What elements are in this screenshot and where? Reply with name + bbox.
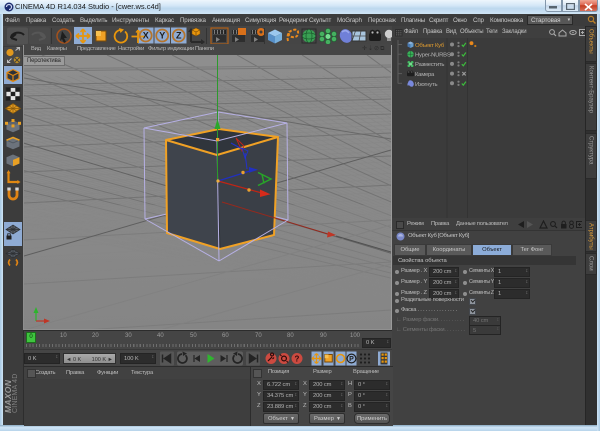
- svg-text:X: X: [143, 31, 149, 41]
- svg-text:?: ?: [295, 355, 300, 364]
- svg-text:Объект Куб: Объект Куб: [415, 43, 445, 49]
- svg-text:Hyper-NURBS: Hyper-NURBS: [415, 53, 451, 59]
- svg-text:P: P: [349, 356, 354, 363]
- svg-text:Y: Y: [159, 31, 165, 41]
- svg-text:Разместить: Разместить: [415, 62, 444, 68]
- svg-text:Z: Z: [176, 31, 182, 41]
- svg-text:Изогнуть: Изогнуть: [415, 82, 437, 88]
- svg-text:Камера: Камера: [415, 72, 435, 78]
